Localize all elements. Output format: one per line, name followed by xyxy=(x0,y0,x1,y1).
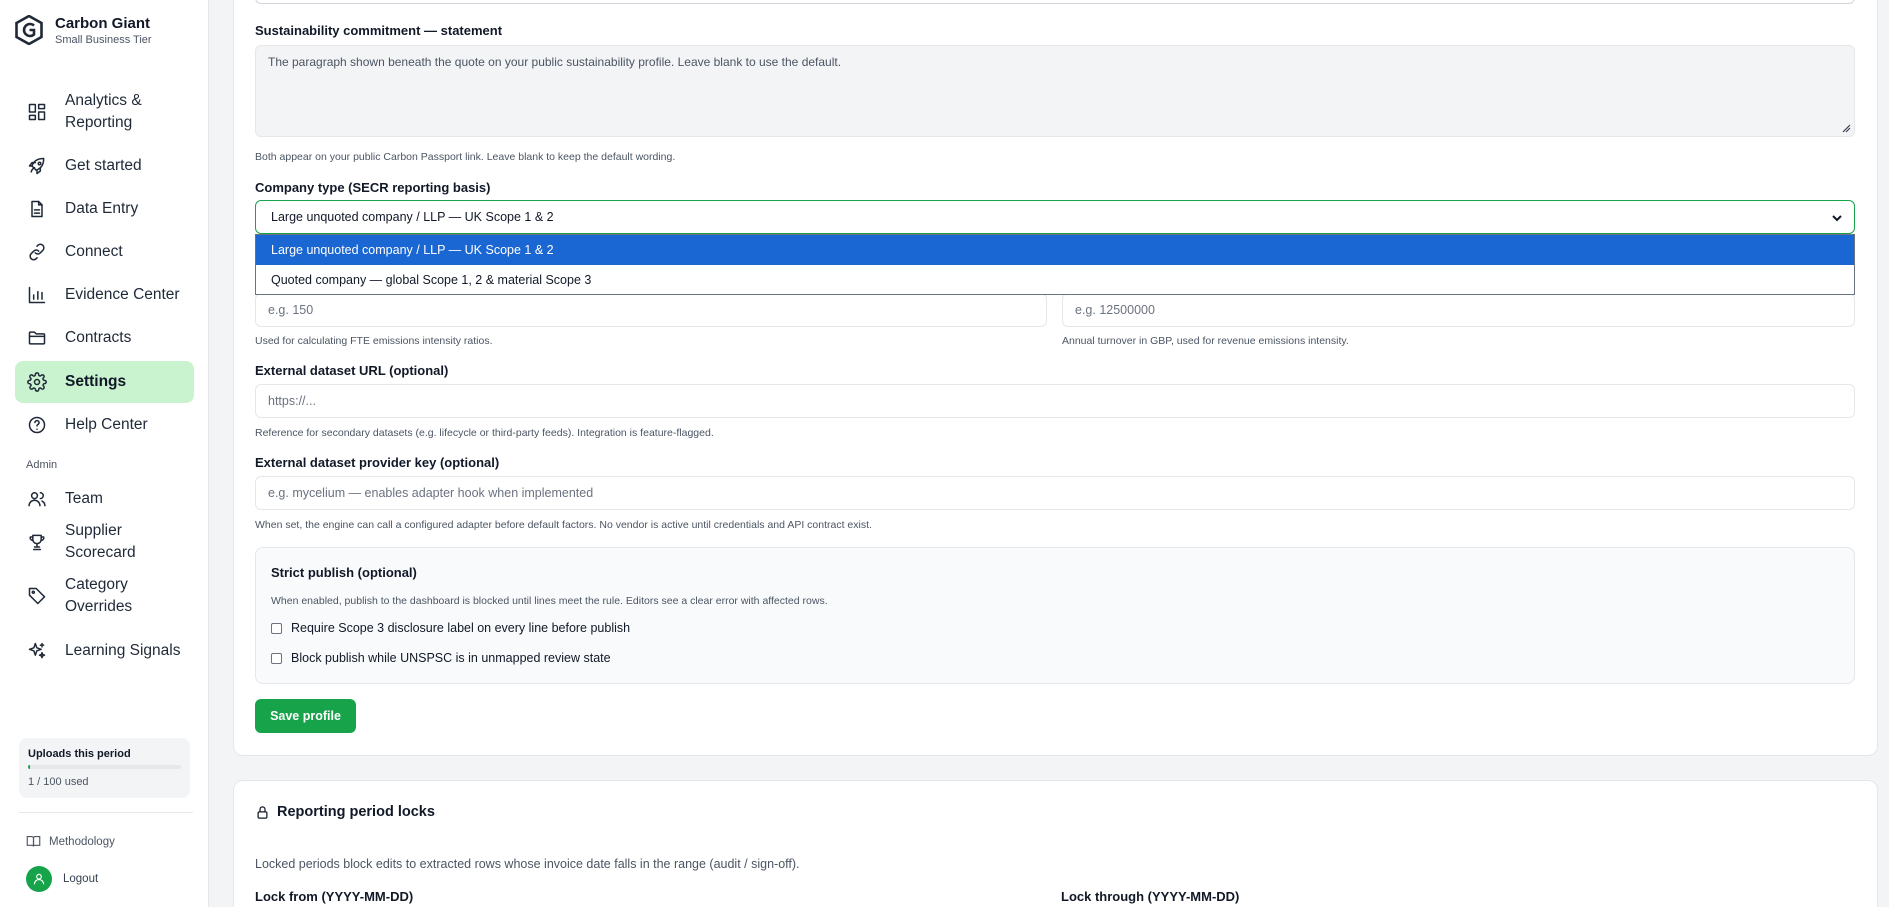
user-icon xyxy=(33,873,45,885)
resize-grip-icon[interactable] xyxy=(1842,124,1851,133)
lock-through-label: Lock through (YYYY-MM-DD) xyxy=(1061,889,1240,904)
logout-label: Logout xyxy=(63,873,99,885)
methodology-link[interactable]: Methodology xyxy=(26,834,115,849)
sidebar-item-label: Analytics & Reporting xyxy=(65,92,142,131)
company-type-dropdown[interactable]: Large unquoted company / LLP — UK Scope … xyxy=(255,234,1855,295)
sidebar-item-label: Category Overrides xyxy=(65,576,133,615)
provider-key-help-text: When set, the engine can call a configur… xyxy=(255,519,872,531)
lock-icon xyxy=(257,805,268,819)
employees-placeholder: e.g. 150 xyxy=(268,303,314,317)
statement-textarea[interactable]: The paragraph shown beneath the quote on… xyxy=(255,45,1855,137)
sidebar-item-category-overrides[interactable]: Category Overrides xyxy=(15,574,194,618)
sidebar-item-label: Learning Signals xyxy=(65,642,181,659)
sparkles-icon xyxy=(25,639,49,663)
sidebar-item-get-started[interactable]: Get started xyxy=(15,154,194,178)
reporting-locks-title: Reporting period locks xyxy=(255,804,435,820)
block-unmapped-unspsc-option[interactable]: Block publish while UNSPSC is in unmappe… xyxy=(271,651,611,665)
brand-name: Carbon Giant xyxy=(55,15,151,32)
folder-icon xyxy=(25,326,49,350)
chevron-down-icon xyxy=(1832,215,1842,222)
company-type-option[interactable]: Quoted company — global Scope 1, 2 & mat… xyxy=(256,265,1854,295)
turnover-input[interactable]: e.g. 12500000 xyxy=(1062,293,1855,327)
reporting-locks-title-text: Reporting period locks xyxy=(277,804,435,820)
turnover-help-text: Annual turnover in GBP, used for revenue… xyxy=(1062,335,1349,347)
sidebar-item-analytics-reporting[interactable]: Analytics & Reporting xyxy=(15,90,194,134)
usage-title: Uploads this period xyxy=(28,748,131,760)
provider-key-placeholder: e.g. mycelium — enables adapter hook whe… xyxy=(268,486,594,500)
lock-from-label: Lock from (YYYY-MM-DD) xyxy=(255,889,414,904)
dataset-url-input[interactable]: https://... xyxy=(255,384,1855,418)
company-type-value: Large unquoted company / LLP — UK Scope … xyxy=(271,210,554,224)
block-unspsc-checkbox[interactable] xyxy=(271,652,282,664)
strict-publish-title: Strict publish (optional) xyxy=(271,565,417,580)
avatar xyxy=(26,866,52,892)
employees-help-text: Used for calculating FTE emissions inten… xyxy=(255,335,493,347)
dataset-url-label: External dataset URL (optional) xyxy=(255,363,449,378)
reporting-locks-card xyxy=(233,780,1878,907)
sidebar-item-label: Connect xyxy=(65,243,123,260)
carbon-giant-logo-icon xyxy=(15,15,43,45)
block-unspsc-label: Block publish while UNSPSC is in unmappe… xyxy=(291,651,611,665)
rocket-icon xyxy=(25,154,49,178)
usage-text: 1 / 100 used xyxy=(28,776,89,788)
uploads-usage-card: Uploads this period 1 / 100 used xyxy=(19,738,190,798)
sidebar-item-team[interactable]: Team xyxy=(15,487,194,511)
sidebar-item-label: Get started xyxy=(65,157,142,174)
sidebar-item-help-center[interactable]: Help Center xyxy=(15,413,194,437)
sidebar-item-data-entry[interactable]: Data Entry xyxy=(15,197,194,221)
trophy-icon xyxy=(25,530,49,554)
strict-publish-description: When enabled, publish to the dashboard i… xyxy=(271,595,828,607)
sidebar-item-settings[interactable]: Settings xyxy=(15,361,194,403)
sidebar-divider xyxy=(19,812,193,813)
sidebar-item-label: Settings xyxy=(65,373,127,390)
quote-field[interactable] xyxy=(255,0,1855,4)
sidebar-item-label: Supplier Scorecard xyxy=(65,522,136,561)
sidebar: Carbon Giant Small Business Tier Analyti… xyxy=(0,0,209,907)
document-icon xyxy=(25,197,49,221)
logout-button[interactable]: Logout xyxy=(26,866,98,892)
dashboard-icon xyxy=(25,100,49,124)
sidebar-item-label: Data Entry xyxy=(65,200,139,217)
company-type-option[interactable]: Large unquoted company / LLP — UK Scope … xyxy=(256,235,1854,265)
tag-icon xyxy=(25,584,49,608)
admin-section-label: Admin xyxy=(26,459,58,471)
statement-placeholder: The paragraph shown beneath the quote on… xyxy=(268,55,842,69)
require-scope3-label-option[interactable]: Require Scope 3 disclosure label on ever… xyxy=(271,621,630,635)
save-profile-button[interactable]: Save profile xyxy=(255,699,356,733)
sidebar-item-label: Help Center xyxy=(65,416,148,433)
dataset-url-help-text: Reference for secondary datasets (e.g. l… xyxy=(255,427,714,439)
reporting-locks-description: Locked periods block edits to extracted … xyxy=(255,857,800,871)
sidebar-item-contracts[interactable]: Contracts xyxy=(15,326,194,350)
passport-help-text: Both appear on your public Carbon Passpo… xyxy=(255,151,676,163)
require-scope3-checkbox[interactable] xyxy=(271,622,282,634)
brand-tier: Small Business Tier xyxy=(55,34,152,46)
sidebar-item-learning-signals[interactable]: Learning Signals xyxy=(15,639,194,663)
turnover-placeholder: e.g. 12500000 xyxy=(1075,303,1155,317)
statement-label: Sustainability commitment — statement xyxy=(255,23,503,38)
users-icon xyxy=(25,487,49,511)
provider-key-label: External dataset provider key (optional) xyxy=(255,455,500,470)
company-type-label: Company type (SECR reporting basis) xyxy=(255,180,491,195)
provider-key-input[interactable]: e.g. mycelium — enables adapter hook whe… xyxy=(255,476,1855,510)
dataset-url-placeholder: https://... xyxy=(268,394,316,408)
usage-progress-fill xyxy=(28,765,31,769)
sidebar-item-label: Contracts xyxy=(65,329,132,346)
require-scope3-label: Require Scope 3 disclosure label on ever… xyxy=(291,621,631,635)
help-circle-icon xyxy=(25,413,49,437)
sidebar-item-connect[interactable]: Connect xyxy=(15,240,194,264)
book-icon xyxy=(26,835,41,847)
methodology-label: Methodology xyxy=(49,835,115,848)
bar-chart-icon xyxy=(25,283,49,307)
link-icon xyxy=(25,240,49,264)
employees-input[interactable]: e.g. 150 xyxy=(255,293,1047,327)
sidebar-item-evidence-center[interactable]: Evidence Center xyxy=(15,283,194,307)
sidebar-item-label: Evidence Center xyxy=(65,286,180,303)
brand[interactable]: Carbon Giant Small Business Tier xyxy=(14,14,152,48)
company-type-select[interactable]: Large unquoted company / LLP — UK Scope … xyxy=(255,200,1855,234)
sidebar-item-label: Team xyxy=(65,490,103,507)
sidebar-item-supplier-scorecard[interactable]: Supplier Scorecard xyxy=(15,522,194,561)
gear-icon xyxy=(25,370,49,394)
usage-progress-bar xyxy=(28,765,181,769)
